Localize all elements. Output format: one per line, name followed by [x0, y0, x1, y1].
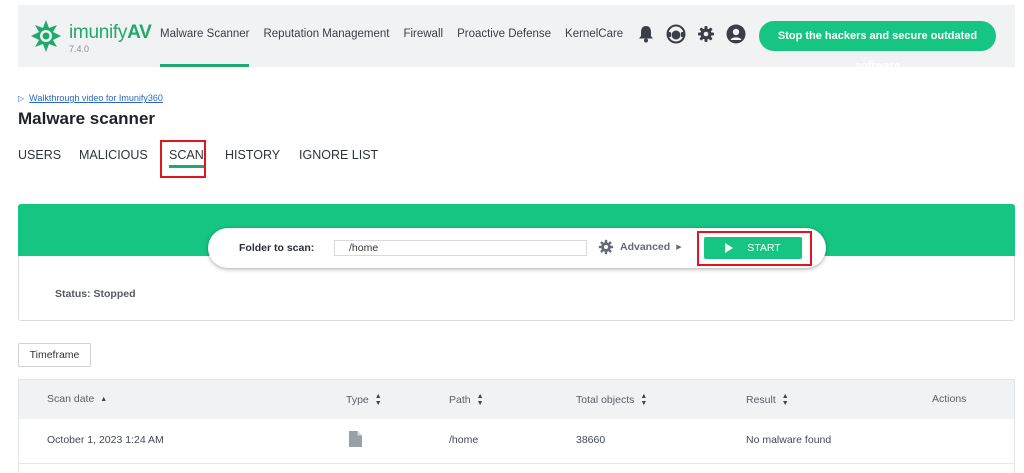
advanced-toggle[interactable]: Advanced ▶	[598, 239, 682, 255]
sort-asc-icon: ▲	[100, 395, 108, 403]
nav-reputation-management[interactable]: Reputation Management	[263, 5, 389, 67]
imunify-logo-icon	[31, 20, 61, 52]
app-version: 7.4.0	[69, 44, 90, 54]
cell-total-objects: 38660	[576, 434, 606, 446]
tab-malicious[interactable]: MALICIOUS	[79, 148, 148, 162]
start-button-highlight	[697, 231, 812, 266]
tab-ignore-list[interactable]: IGNORE LIST	[299, 148, 378, 162]
upgrade-cta-button[interactable]: Stop the hackers and secure outdated sof…	[759, 21, 996, 72]
nav-firewall[interactable]: Firewall	[403, 5, 443, 67]
column-result[interactable]: Result ▲ ▼	[746, 393, 789, 407]
table-header: Scan date ▲ Type ▲ ▼ Path ▲ ▼ Total objects ▲ ▼…	[19, 380, 1014, 419]
sort-both-icon: ▲ ▼	[640, 393, 648, 407]
brand-name: imunifyAV	[69, 22, 152, 43]
column-total-objects[interactable]: Total objects ▲ ▼	[576, 393, 647, 407]
tab-users[interactable]: USERS	[18, 148, 61, 162]
tab-scan-highlight	[160, 140, 206, 178]
top-navigation-bar: imunifyAV 7.4.0 Malware Scanner Reputati…	[18, 5, 1015, 72]
cell-path: /home	[449, 434, 479, 446]
sort-both-icon: ▲ ▼	[374, 393, 382, 407]
walkthrough-link[interactable]: ▷ Walkthrough video for Imunify360	[18, 93, 163, 103]
user-icon[interactable]	[726, 24, 746, 44]
nav-malware-scanner[interactable]: Malware Scanner	[160, 5, 250, 67]
page-title: Malware scanner	[18, 109, 156, 128]
gear-icon[interactable]	[696, 24, 716, 44]
main-nav: Malware Scanner Reputation Management Fi…	[160, 5, 637, 67]
nav-proactive-defense[interactable]: Proactive Defense	[457, 5, 551, 67]
timeframe-button[interactable]: Timeframe	[18, 343, 91, 367]
support-agent-icon[interactable]	[666, 24, 686, 44]
sort-both-icon: ▲ ▼	[476, 393, 484, 407]
column-type[interactable]: Type ▲ ▼	[346, 393, 382, 407]
advanced-label: Advanced	[620, 241, 671, 253]
walkthrough-link-text: Walkthrough video for Imunify360	[29, 93, 163, 103]
folder-to-scan-label: Folder to scan:	[239, 242, 315, 254]
play-outline-icon: ▷	[18, 93, 25, 103]
sort-both-icon: ▲ ▼	[781, 393, 789, 407]
column-actions: Actions	[932, 393, 967, 405]
scan-history-table: Scan date ▲ Type ▲ ▼ Path ▲ ▼ Total objects ▲ ▼…	[18, 379, 1015, 473]
gear-icon	[598, 239, 614, 255]
nav-kernelcare[interactable]: KernelCare	[565, 5, 623, 67]
column-path[interactable]: Path ▲ ▼	[449, 393, 484, 407]
cell-result: No malware found	[746, 434, 832, 446]
file-icon	[349, 431, 362, 447]
scan-status: Status: Stopped	[55, 288, 136, 300]
cell-scan-date: October 1, 2023 1:24 AM	[47, 434, 164, 446]
bell-icon[interactable]	[636, 24, 656, 44]
caret-right-icon: ▶	[676, 244, 682, 251]
table-row: October 1, 2023 1:24 AM /home 38660 No m…	[19, 419, 1014, 464]
folder-to-scan-input[interactable]	[334, 240, 587, 256]
tab-history[interactable]: HISTORY	[225, 148, 280, 162]
column-scan-date[interactable]: Scan date ▲	[47, 393, 107, 405]
